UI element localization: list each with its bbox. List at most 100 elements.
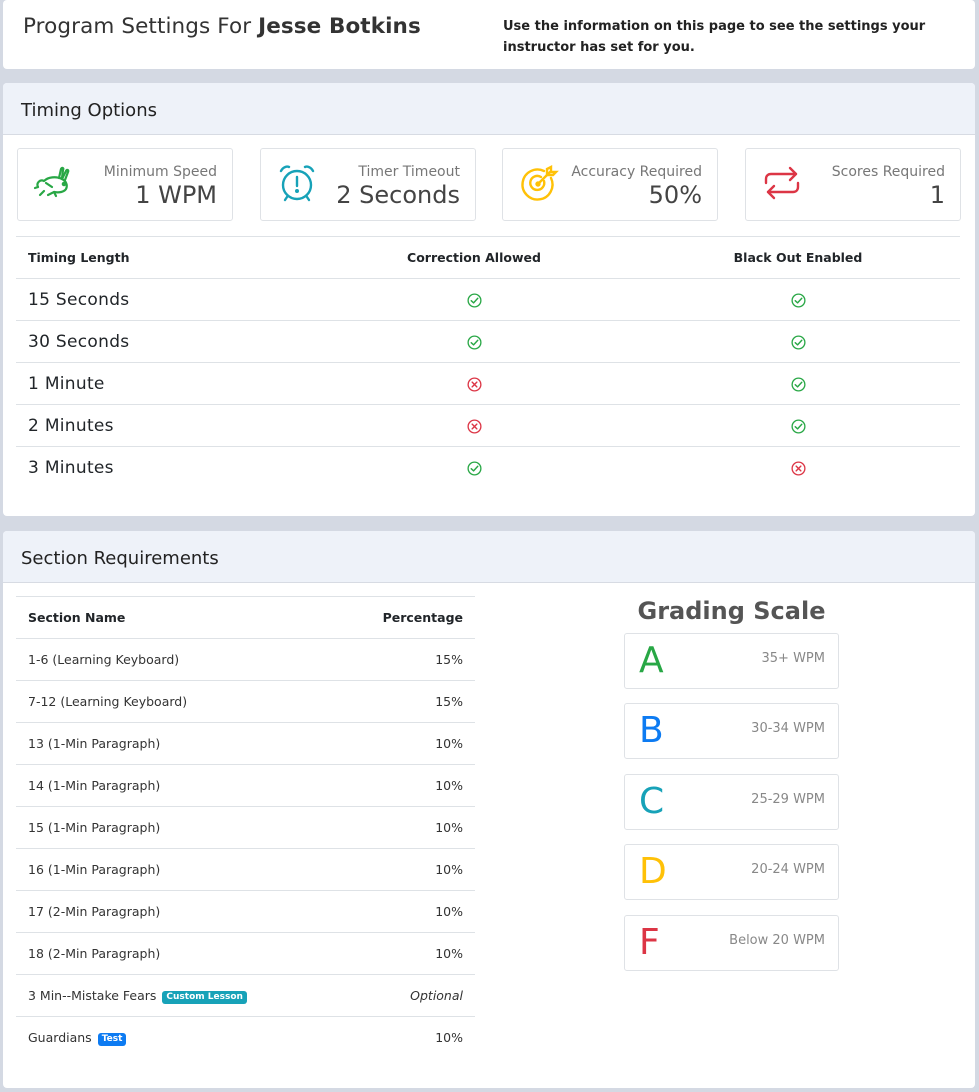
grade-a-card: A 35+ WPM xyxy=(624,633,839,689)
section-badge: Test xyxy=(97,1032,127,1046)
section-name: 14 (1-Min Paragraph) xyxy=(28,778,161,793)
grade-letter: F xyxy=(639,922,660,963)
table-row: 16 (1-Min Paragraph) 10% xyxy=(16,848,475,891)
table-header-row: Section Name Percentage xyxy=(16,596,475,639)
section-name-cell: 13 (1-Min Paragraph) xyxy=(16,722,337,765)
grade-b-card: B 30-34 WPM xyxy=(624,703,839,759)
black-out-enabled-cell xyxy=(636,404,960,447)
percentage-cell: 10% xyxy=(337,890,475,933)
stat-label: Timer Timeout xyxy=(358,164,460,180)
section-name-cell: 17 (2-Min Paragraph) xyxy=(16,890,337,933)
percentage-cell: 10% xyxy=(337,722,475,765)
stat-value: 50% xyxy=(648,181,702,209)
grade-range: 20-24 WPM xyxy=(751,862,825,877)
section-name: 17 (2-Min Paragraph) xyxy=(28,904,161,919)
check-circle-icon xyxy=(790,293,806,308)
section-name: Guardians xyxy=(28,1029,92,1045)
grade-f-card: F Below 20 WPM xyxy=(624,915,839,971)
section-name-cell: 16 (1-Min Paragraph) xyxy=(16,848,337,891)
table-row: 13 (1-Min Paragraph) 10% xyxy=(16,722,475,765)
correction-allowed-cell xyxy=(312,320,636,363)
black-out-enabled-cell xyxy=(636,320,960,363)
percentage-cell: 10% xyxy=(337,806,475,849)
correction-allowed-cell xyxy=(312,404,636,447)
grade-range: 25-29 WPM xyxy=(751,792,825,807)
page-header: Program Settings For Jesse Botkins Use t… xyxy=(3,0,975,69)
stat-minimum-speed: Minimum Speed 1 WPM xyxy=(17,148,233,221)
grade-c-card: C 25-29 WPM xyxy=(624,774,839,830)
section-name: 15 (1-Min Paragraph) xyxy=(28,820,161,835)
stat-timer-timeout: Timer Timeout 2 Seconds xyxy=(260,148,476,221)
page-title: Program Settings For Jesse Botkins xyxy=(23,14,421,39)
section-name: 13 (1-Min Paragraph) xyxy=(28,736,161,751)
stat-label: Minimum Speed xyxy=(103,164,217,180)
section-name-cell: Guardians Test xyxy=(16,1017,337,1059)
col-percentage: Percentage xyxy=(337,596,475,639)
black-out-enabled-cell xyxy=(636,278,960,321)
timing-length-cell: 3 Minutes xyxy=(28,457,114,478)
stat-value: 1 WPM xyxy=(135,181,217,209)
grade-letter: B xyxy=(639,710,664,751)
section-name: 16 (1-Min Paragraph) xyxy=(28,862,161,877)
table-header-row: Timing Length Correction Allowed Black O… xyxy=(16,236,960,279)
grade-range: 35+ WPM xyxy=(761,651,825,666)
stat-accuracy-required: Accuracy Required 50% xyxy=(502,148,718,221)
grade-letter: A xyxy=(639,640,664,681)
correction-allowed-cell xyxy=(312,278,636,321)
table-row: 3 Minutes xyxy=(16,447,960,489)
timing-length-cell: 2 Minutes xyxy=(16,404,312,447)
table-row: 15 (1-Min Paragraph) 10% xyxy=(16,806,475,849)
grade-letter: C xyxy=(639,781,665,822)
x-circle-icon xyxy=(790,461,806,476)
section-badge: Custom Lesson xyxy=(162,990,247,1004)
percentage-cell: 15% xyxy=(337,638,475,681)
section-name: 7-12 (Learning Keyboard) xyxy=(28,694,188,709)
section-name-cell: 14 (1-Min Paragraph) xyxy=(16,764,337,807)
percentage-cell: 10% xyxy=(337,764,475,807)
check-circle-icon xyxy=(790,419,806,434)
table-row: 7-12 (Learning Keyboard) 15% xyxy=(16,680,475,723)
percentage-cell: 10% xyxy=(435,1030,463,1046)
grade-range: 30-34 WPM xyxy=(751,721,825,736)
col-timing-length: Timing Length xyxy=(16,236,312,279)
black-out-enabled-cell xyxy=(636,362,960,405)
section-name-cell: 18 (2-Min Paragraph) xyxy=(16,932,337,975)
table-row: 2 Minutes xyxy=(16,404,960,447)
section-requirements-title: Section Requirements xyxy=(3,531,975,583)
col-black-out-enabled: Black Out Enabled xyxy=(636,236,960,279)
grade-range: Below 20 WPM xyxy=(729,933,825,948)
grade-letter: D xyxy=(639,851,667,892)
percentage-cell: 15% xyxy=(337,680,475,723)
check-circle-icon xyxy=(790,377,806,392)
percentage-cell: 10% xyxy=(337,848,475,891)
check-circle-icon xyxy=(466,335,482,350)
x-circle-icon xyxy=(466,419,482,434)
correction-allowed-cell xyxy=(312,447,636,489)
timing-length-cell: 1 Minute xyxy=(16,362,312,405)
table-row: 14 (1-Min Paragraph) 10% xyxy=(16,764,475,807)
grading-scale-title: Grading Scale xyxy=(637,597,826,625)
alarm-clock-icon xyxy=(275,161,319,205)
section-name-cell: 7-12 (Learning Keyboard) xyxy=(16,680,337,723)
check-circle-icon xyxy=(466,293,482,308)
table-row: 1 Minute xyxy=(16,362,960,405)
check-circle-icon xyxy=(466,461,482,476)
repeat-icon xyxy=(760,161,804,205)
timing-length-cell: 15 Seconds xyxy=(16,278,312,321)
col-correction-allowed: Correction Allowed xyxy=(312,236,636,279)
stat-value: 1 xyxy=(929,181,945,209)
section-name: 18 (2-Min Paragraph) xyxy=(28,946,161,961)
section-name-cell: 3 Min--Mistake Fears Custom Lesson xyxy=(16,974,337,1017)
info-text: Use the information on this page to see … xyxy=(503,19,926,55)
stat-scores-required: Scores Required 1 xyxy=(745,148,961,221)
section-name: 1-6 (Learning Keyboard) xyxy=(28,652,180,667)
student-name: Jesse Botkins xyxy=(258,14,421,39)
x-circle-icon xyxy=(466,377,482,392)
stat-value: 2 Seconds xyxy=(336,181,460,209)
check-circle-icon xyxy=(790,335,806,350)
section-requirements-card: Section Requirements Section Name Percen… xyxy=(3,531,975,1088)
timing-options-title: Timing Options xyxy=(3,83,975,135)
black-out-enabled-cell xyxy=(636,447,960,489)
table-row: 17 (2-Min Paragraph) 10% xyxy=(16,890,475,933)
table-row: 15 Seconds xyxy=(16,278,960,321)
